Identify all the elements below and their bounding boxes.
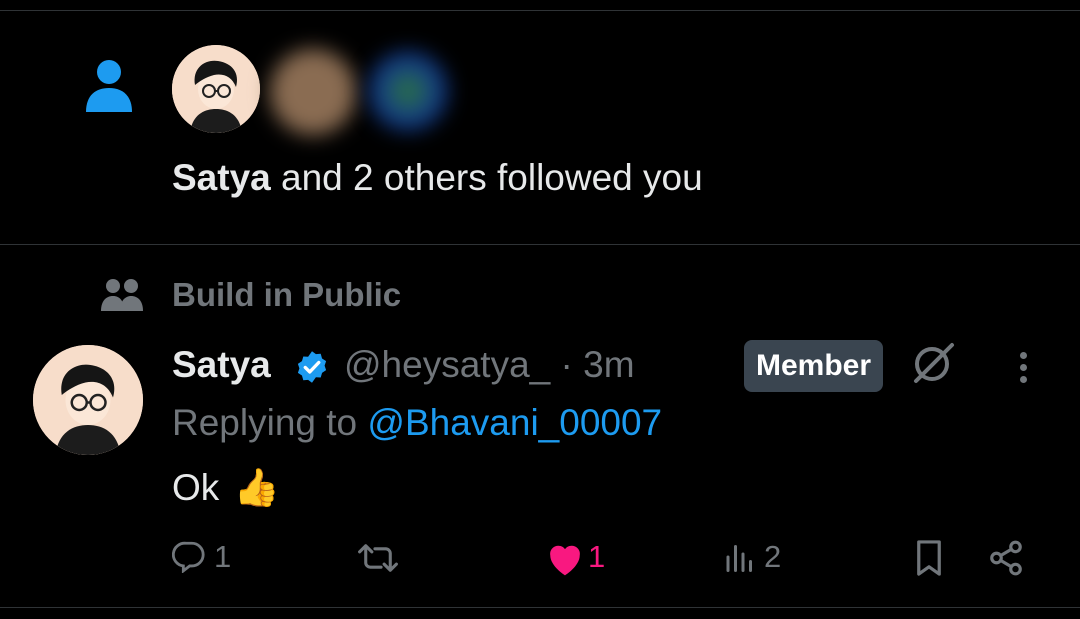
more-icon[interactable]: [1020, 347, 1027, 388]
community-icon: [101, 279, 143, 311]
thumbs-up-emoji: 👍: [233, 467, 280, 508]
heart-icon: [550, 545, 580, 576]
follow-text: Satya and 2 others followed you: [172, 157, 703, 199]
replying-to-link[interactable]: @Bhavani_00007: [367, 402, 662, 443]
person-icon: [86, 60, 132, 112]
post-time[interactable]: 3m: [583, 344, 634, 385]
follower-avatar-blurred[interactable]: [270, 49, 356, 135]
grok-icon[interactable]: [908, 339, 958, 389]
follower-avatar-satya[interactable]: [172, 45, 260, 133]
reply-count: 1: [214, 539, 232, 574]
bookmark-icon[interactable]: [911, 539, 947, 577]
repost-icon: [358, 544, 398, 572]
follower-name[interactable]: Satya: [172, 157, 271, 198]
like-count: 1: [588, 539, 606, 574]
post-text: Ok 👍: [172, 467, 280, 508]
author-handle[interactable]: @heysatya_ · 3m: [344, 344, 635, 386]
separator: ·: [560, 344, 573, 385]
share-icon[interactable]: [987, 539, 1025, 577]
bottom-divider: [0, 607, 1080, 608]
replying-to: Replying to @Bhavani_00007: [172, 402, 663, 443]
author-avatar[interactable]: [33, 345, 143, 455]
follow-rest: and 2 others followed you: [270, 157, 703, 198]
reply-icon: [172, 541, 205, 573]
follow-notification[interactable]: Satya and 2 others followed you: [0, 11, 1080, 244]
verified-icon: [297, 351, 327, 383]
views-icon: [726, 545, 752, 572]
views-count: 2: [764, 539, 782, 574]
community-name[interactable]: Build in Public: [172, 276, 401, 314]
community-post[interactable]: Build in Public Satya @heysatya_ · 3m Me…: [0, 245, 1080, 607]
follower-avatar-blurred[interactable]: [368, 51, 448, 131]
member-badge: Member: [744, 340, 884, 392]
author-name[interactable]: Satya: [172, 344, 271, 386]
